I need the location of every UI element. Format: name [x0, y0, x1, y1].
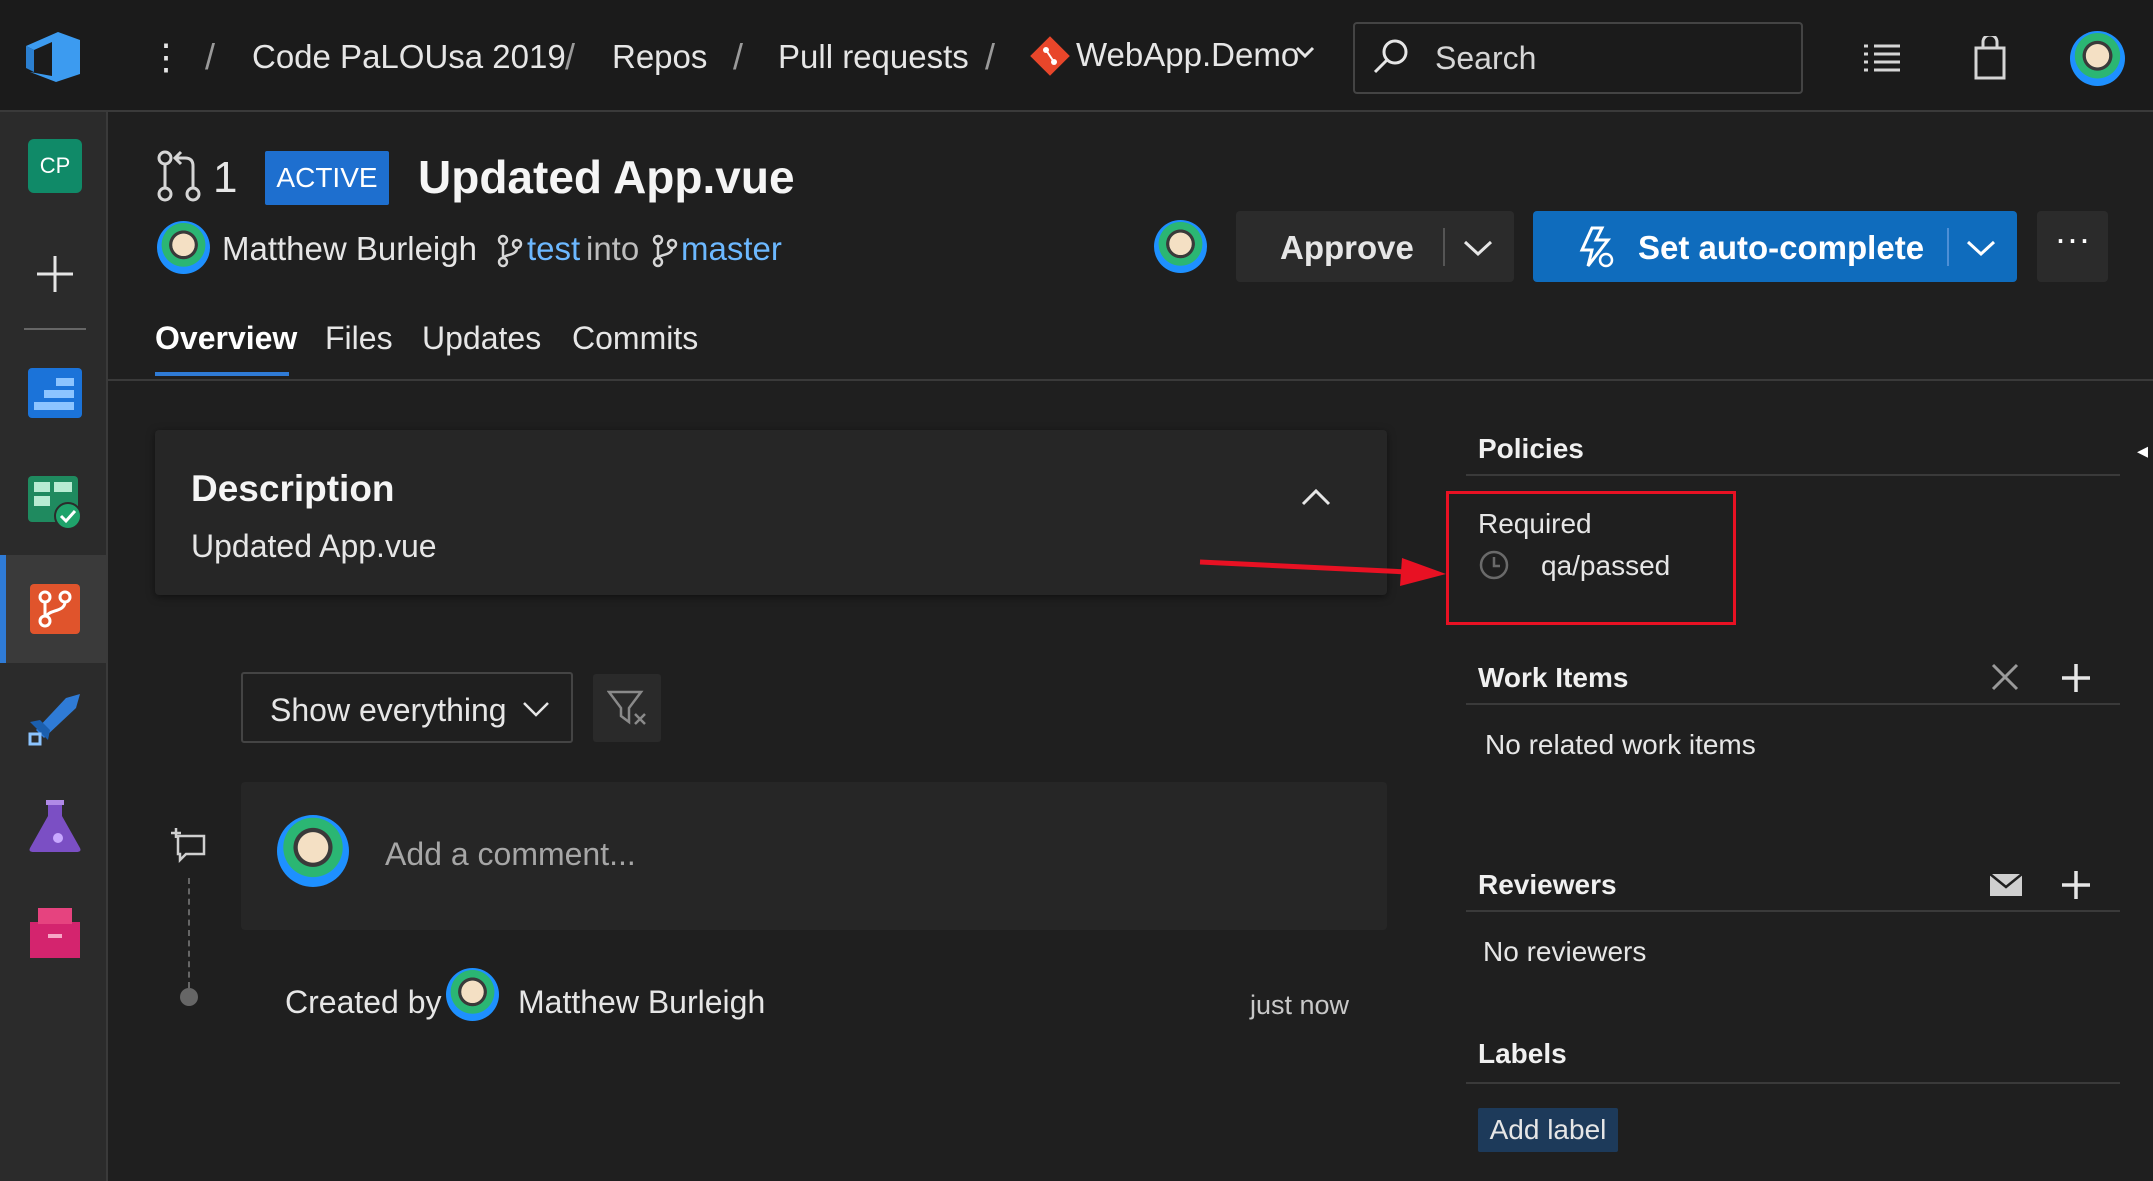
- section-divider: [1466, 1082, 2120, 1084]
- breadcrumb-repos[interactable]: Repos: [612, 38, 707, 76]
- section-divider: [1466, 703, 2120, 705]
- artifacts-icon[interactable]: [28, 906, 82, 960]
- close-icon[interactable]: [1990, 662, 2020, 692]
- chevron-down-icon: [521, 700, 551, 718]
- pr-id: 1: [213, 153, 238, 202]
- search-input[interactable]: [1353, 22, 1803, 94]
- target-branch-link[interactable]: master: [681, 230, 782, 268]
- chevron-down-icon[interactable]: [1965, 238, 1997, 258]
- breadcrumb-separator: /: [205, 36, 216, 77]
- azure-devops-logo[interactable]: [22, 28, 86, 86]
- chevron-up-icon[interactable]: [1300, 486, 1332, 508]
- created-timestamp: just now: [1250, 990, 1350, 1020]
- breadcrumb-separator: /: [733, 36, 744, 77]
- breadcrumb-org[interactable]: Code PaLOUsa 2019: [252, 38, 566, 76]
- chevron-down-icon[interactable]: [1462, 238, 1494, 258]
- pipelines-icon[interactable]: [26, 690, 84, 746]
- section-divider: [1466, 474, 2120, 476]
- git-repo-icon: [1030, 36, 1070, 76]
- author-name[interactable]: Matthew Burleigh: [222, 230, 477, 268]
- created-by-label: Created by: [285, 984, 442, 1020]
- plus-icon[interactable]: [33, 252, 77, 296]
- tab-commits[interactable]: Commits: [572, 320, 698, 357]
- filter-clear-icon: [607, 690, 647, 728]
- rail-selected-indicator: [0, 555, 6, 663]
- work-items-empty: No related work items: [1485, 729, 1756, 760]
- auto-complete-icon: [1578, 226, 1614, 268]
- shopping-bag-icon[interactable]: [1972, 36, 2008, 80]
- tab-active-indicator: [155, 372, 289, 376]
- comment-input[interactable]: Add a comment...: [385, 836, 636, 873]
- status-badge: ACTIVE: [265, 151, 389, 205]
- button-divider: [1443, 228, 1445, 266]
- reviewers-empty: No reviewers: [1483, 936, 1647, 967]
- breadcrumb-repo[interactable]: WebApp.Demo: [1076, 36, 1299, 74]
- pull-request-icon: [155, 150, 203, 202]
- tab-updates[interactable]: Updates: [422, 320, 541, 357]
- commenter-avatar: [277, 815, 349, 887]
- author-avatar: [157, 221, 210, 274]
- section-divider: [1466, 910, 2120, 912]
- add-work-item-icon[interactable]: [2060, 662, 2092, 694]
- annotation-arrow: [1198, 548, 1448, 588]
- description-body: Updated App.vue: [191, 528, 437, 564]
- search-placeholder: Search: [1435, 40, 1537, 76]
- add-label-button[interactable]: Add label: [1478, 1108, 1618, 1152]
- set-auto-complete-label: Set auto-complete: [1638, 229, 1925, 266]
- breadcrumb-separator: /: [985, 36, 996, 77]
- chevron-down-icon[interactable]: [1294, 44, 1316, 60]
- project-tile[interactable]: CP: [28, 139, 82, 193]
- add-comment-thread-icon[interactable]: [170, 826, 208, 864]
- resize-handle-icon[interactable]: ◂: [2137, 438, 2148, 464]
- activity-filter-label: Show everything: [270, 692, 507, 728]
- page-title: Updated App.vue: [418, 151, 795, 203]
- boards-icon[interactable]: [26, 474, 84, 530]
- add-reviewer-icon[interactable]: [2060, 869, 2092, 901]
- tabs-divider: [108, 379, 2153, 381]
- timeline-line: [188, 878, 190, 988]
- source-branch-link[interactable]: test: [527, 230, 580, 268]
- breadcrumb-separator: /: [565, 36, 576, 77]
- tab-files[interactable]: Files: [325, 320, 393, 357]
- work-items-title: Work Items: [1478, 662, 1629, 693]
- policies-title: Policies: [1478, 433, 1584, 464]
- description-title: Description: [191, 468, 395, 509]
- timeline-dot: [180, 988, 198, 1006]
- approve-label: Approve: [1280, 229, 1414, 266]
- reviewer-avatar[interactable]: [1154, 220, 1207, 273]
- test-plans-icon[interactable]: [28, 798, 82, 854]
- tab-overview[interactable]: Overview: [155, 320, 297, 357]
- more-vertical-icon[interactable]: ⋮: [148, 36, 184, 78]
- user-avatar[interactable]: [2070, 31, 2125, 86]
- mail-icon[interactable]: [1989, 873, 2023, 897]
- repos-icon[interactable]: [28, 582, 82, 636]
- into-label: into: [586, 230, 640, 267]
- button-divider: [1947, 228, 1949, 266]
- annotation-highlight-box: [1446, 491, 1736, 625]
- list-settings-icon[interactable]: [1862, 42, 1902, 76]
- rail-divider: [24, 328, 86, 330]
- overview-icon[interactable]: [26, 366, 84, 420]
- reviewers-title: Reviewers: [1478, 869, 1617, 900]
- creator-name[interactable]: Matthew Burleigh: [518, 984, 765, 1021]
- creator-avatar: [446, 968, 499, 1021]
- breadcrumb-pull-requests[interactable]: Pull requests: [778, 38, 969, 76]
- labels-title: Labels: [1478, 1038, 1567, 1069]
- search-icon: [1370, 36, 1412, 78]
- branch-icon: [651, 234, 679, 268]
- branch-icon: [496, 234, 524, 268]
- more-actions-button[interactable]: ···: [2037, 211, 2108, 282]
